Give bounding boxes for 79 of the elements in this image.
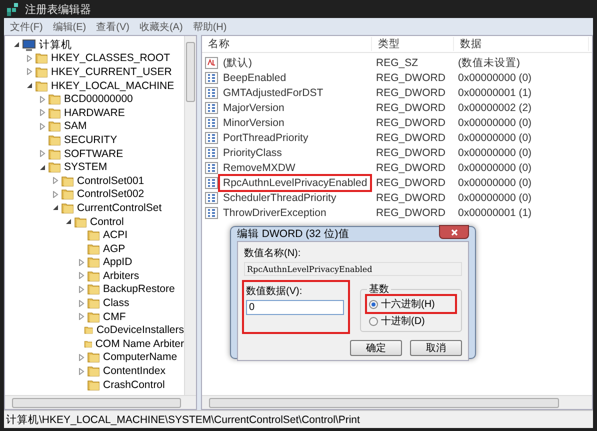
value-data-field[interactable]: 0 [246, 300, 344, 315]
tree-item[interactable]: CoDeviceInstallers [96, 324, 184, 336]
column-header[interactable]: 类型 [372, 37, 454, 51]
dialog-button[interactable]: 确定 [350, 340, 402, 356]
tree-item[interactable]: CrashControl [103, 378, 165, 391]
tree-item[interactable]: BackupRestore [103, 283, 175, 296]
value-data: 0x00000000 (0) [457, 146, 533, 158]
tree-item[interactable]: AGP [103, 242, 126, 255]
value-data: 0x00000001 (1) [457, 86, 533, 98]
value-type: REG_DWORD [375, 72, 446, 84]
status-path: 计算机\HKEY_LOCAL_MACHINE\SYSTEM\CurrentControlSet\Control\Print [6, 412, 360, 426]
tree-item[interactable]: BCD00000000 [64, 93, 133, 106]
value-type: REG_DWORD [375, 116, 446, 128]
tree-item[interactable]: ControlSet002 [77, 188, 144, 200]
value-name[interactable]: PortThreadPriority [221, 132, 310, 144]
tree-item[interactable]: ControlSet001 [77, 174, 144, 187]
value-data: (数值未设置) [457, 56, 521, 70]
tree-item[interactable]: SAM [64, 120, 87, 132]
tree-item[interactable]: COM Name Arbiter [95, 338, 184, 350]
window-title: 注册表编辑器 [25, 2, 91, 16]
value-data: 0x00000000 (0) [457, 162, 533, 174]
value-type: REG_DWORD [375, 146, 446, 158]
tree-item[interactable]: Class [103, 297, 130, 310]
value-name-field[interactable]: RpcAuthnLevelPrivacyEnabled [244, 262, 462, 276]
field-label: 数值数据(V): [246, 285, 304, 298]
tree-item[interactable]: 计算机 [39, 38, 72, 51]
tree-item[interactable]: SOFTWARE [64, 148, 124, 160]
column-header[interactable]: 名称 [202, 37, 372, 51]
value-type: REG_DWORD [375, 206, 446, 218]
value-data: 0x00000002 (2) [457, 102, 533, 114]
tree-item[interactable]: Control [90, 216, 124, 228]
value-name[interactable]: RpcAuthnLevelPrivacyEnabled [221, 176, 370, 188]
value-name[interactable]: (默认) [221, 56, 254, 70]
tree-item[interactable]: SYSTEM [64, 161, 108, 174]
tree-item[interactable]: CurrentControlSet [77, 202, 162, 214]
value-name[interactable]: BeepEnabled [221, 72, 288, 84]
tree-item[interactable]: ContentIndex [103, 365, 166, 378]
tree-item[interactable]: ACPI [103, 229, 128, 242]
value-data: 0x00000000 (0) [457, 72, 533, 84]
menu-item[interactable]: 收藏夹(A) [135, 20, 187, 34]
tree-item[interactable]: HARDWARE [64, 106, 125, 119]
value-name[interactable]: MinorVersion [221, 116, 286, 128]
tree-item[interactable]: AppID [103, 256, 132, 268]
value-type: REG_SZ [375, 56, 420, 68]
dialog-title: 编辑 DWORD (32 位)值 [237, 227, 350, 241]
tree-item[interactable]: SECURITY [64, 134, 118, 146]
value-type: REG_DWORD [375, 176, 446, 188]
tree-item[interactable]: Arbiters [103, 270, 140, 282]
value-data: 0x00000000 (0) [457, 116, 533, 128]
value-type: REG_DWORD [375, 162, 446, 174]
column-header[interactable]: 数据 [454, 37, 589, 51]
value-data: 0x00000000 (0) [457, 132, 533, 144]
value-data: 0x00000001 (1) [457, 206, 533, 218]
menu-item[interactable]: 查看(V) [92, 20, 134, 34]
value-data: 0x00000000 (0) [457, 192, 533, 204]
tree-item[interactable]: HKEY_CURRENT_USER [51, 66, 172, 78]
menu-item[interactable]: 编辑(E) [48, 20, 90, 34]
field-label: 数值名称(N): [244, 247, 302, 260]
value-type: REG_DWORD [375, 192, 446, 204]
menu-item[interactable]: 文件(F) [6, 20, 47, 34]
tree-item[interactable]: HKEY_LOCAL_MACHINE [51, 80, 174, 92]
value-type: REG_DWORD [375, 86, 446, 98]
value-name[interactable]: RemoveMXDW [221, 162, 298, 174]
tree-item[interactable]: HKEY_CLASSES_ROOT [51, 52, 170, 64]
value-name[interactable]: SchedulerThreadPriority [221, 192, 338, 204]
value-name[interactable]: GMTAdjustedForDST [221, 86, 326, 98]
group-label: 基数 [368, 282, 390, 296]
menu-item[interactable]: 帮助(H) [188, 20, 231, 34]
value-name[interactable]: PriorityClass [221, 146, 284, 158]
tree-item[interactable]: CMF [103, 310, 126, 323]
dialog-button[interactable]: 取消 [410, 340, 462, 356]
value-type: REG_DWORD [375, 102, 446, 114]
radio-option[interactable]: 十进制(D) [367, 313, 455, 329]
tree-item[interactable]: ComputerName [103, 351, 178, 364]
value-data: 0x00000000 (0) [457, 176, 533, 188]
radio-option[interactable]: 十六进制(H) [367, 296, 455, 312]
value-name[interactable]: MajorVersion [221, 102, 286, 114]
value-name[interactable]: ThrowDriverException [221, 206, 328, 218]
value-type: REG_DWORD [375, 132, 446, 144]
